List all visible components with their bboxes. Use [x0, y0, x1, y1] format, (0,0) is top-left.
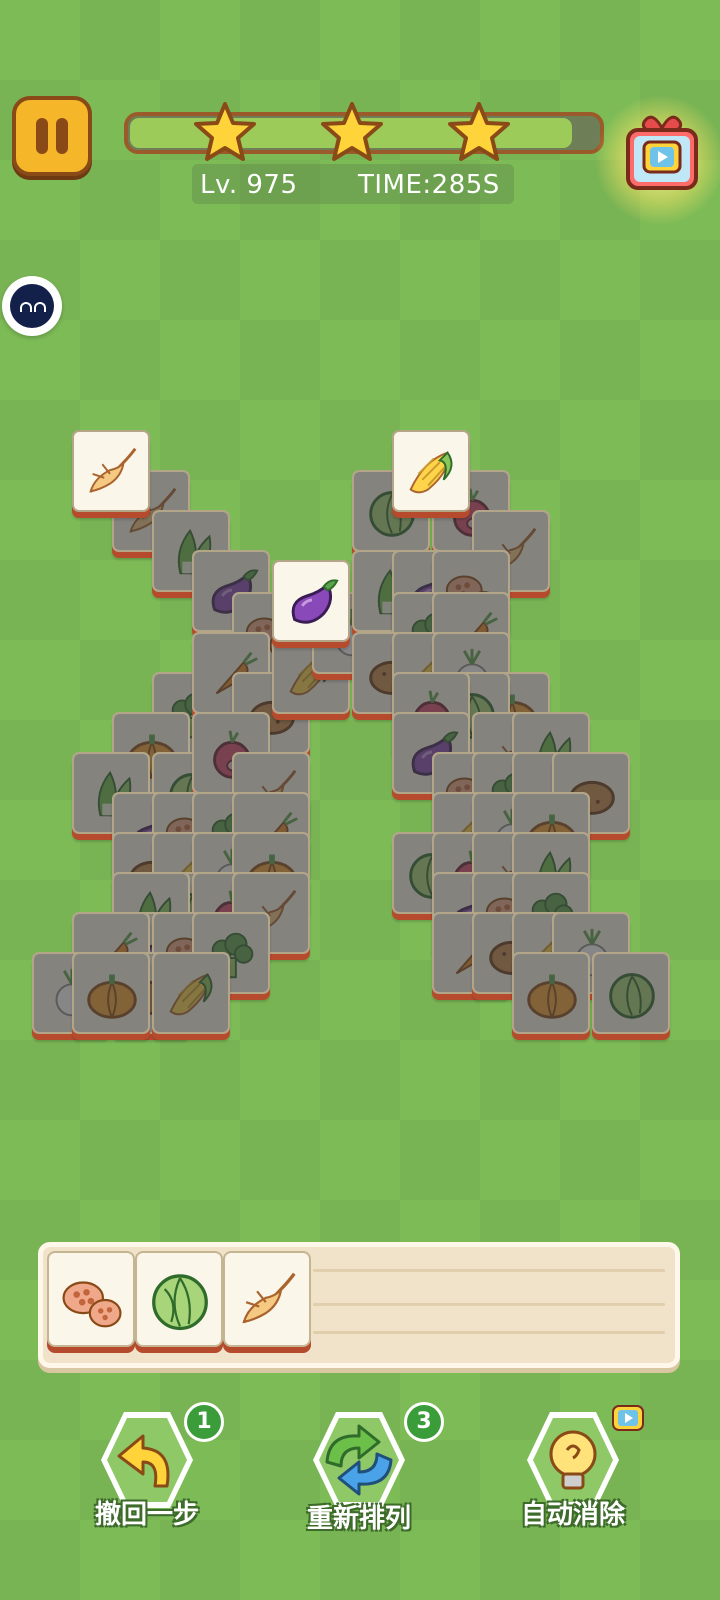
lotus-root-icon	[62, 1281, 122, 1328]
undo-count-badge: 1	[184, 1402, 224, 1442]
mascot-face-icon	[10, 284, 54, 328]
pause-button[interactable]	[12, 96, 92, 176]
mascot-bubble-button[interactable]	[2, 276, 62, 336]
corn-icon	[409, 451, 453, 494]
shuffle-label: 重新排列	[306, 1504, 411, 1534]
video-ad-icon	[612, 1405, 644, 1431]
gift-video-icon[interactable]	[622, 112, 702, 196]
undo-arrow-icon	[117, 1434, 170, 1488]
tray-slot-lotus-root	[47, 1251, 135, 1347]
covered-tile	[72, 952, 150, 1034]
tray-slot-cabbage	[135, 1251, 223, 1347]
lightbulb-icon	[549, 1430, 597, 1490]
tile-ginseng[interactable]	[72, 430, 150, 512]
tile-tray	[38, 1242, 680, 1368]
cabbage-icon	[152, 1274, 208, 1331]
tile-corn[interactable]	[392, 430, 470, 512]
level-label: Lv. 975	[200, 170, 298, 200]
timer-label: TIME:285S	[358, 170, 500, 200]
auto-clear-label: 自动消除	[520, 1500, 625, 1530]
undo-label: 撤回一步	[94, 1500, 199, 1530]
tile-eggplant[interactable]	[272, 560, 350, 642]
star-icon	[194, 102, 256, 161]
covered-tile	[592, 952, 670, 1034]
shuffle-arrows-icon	[325, 1424, 393, 1496]
tray-slot-ginseng	[223, 1251, 311, 1347]
eggplant-icon	[291, 579, 339, 624]
cabbage-icon	[609, 973, 655, 1019]
shuffle-count-badge: 3	[404, 1402, 444, 1442]
pause-icon	[36, 118, 48, 154]
ginseng-icon	[89, 447, 137, 493]
pumpkin-icon	[87, 974, 137, 1019]
level-info-panel: Lv. 975 TIME:285S	[192, 164, 514, 204]
covered-tile	[512, 952, 590, 1034]
star-icon	[321, 102, 383, 161]
pumpkin-icon	[527, 974, 577, 1019]
covered-tile	[152, 952, 230, 1034]
star-icon	[448, 102, 510, 161]
undo-button[interactable]: 1 撤回一步	[72, 1402, 224, 1562]
corn-icon	[169, 973, 213, 1016]
shuffle-button[interactable]: 3 重新排列	[284, 1402, 444, 1562]
ginseng-icon	[242, 1272, 296, 1324]
auto-clear-button[interactable]: 自动消除	[498, 1402, 648, 1562]
